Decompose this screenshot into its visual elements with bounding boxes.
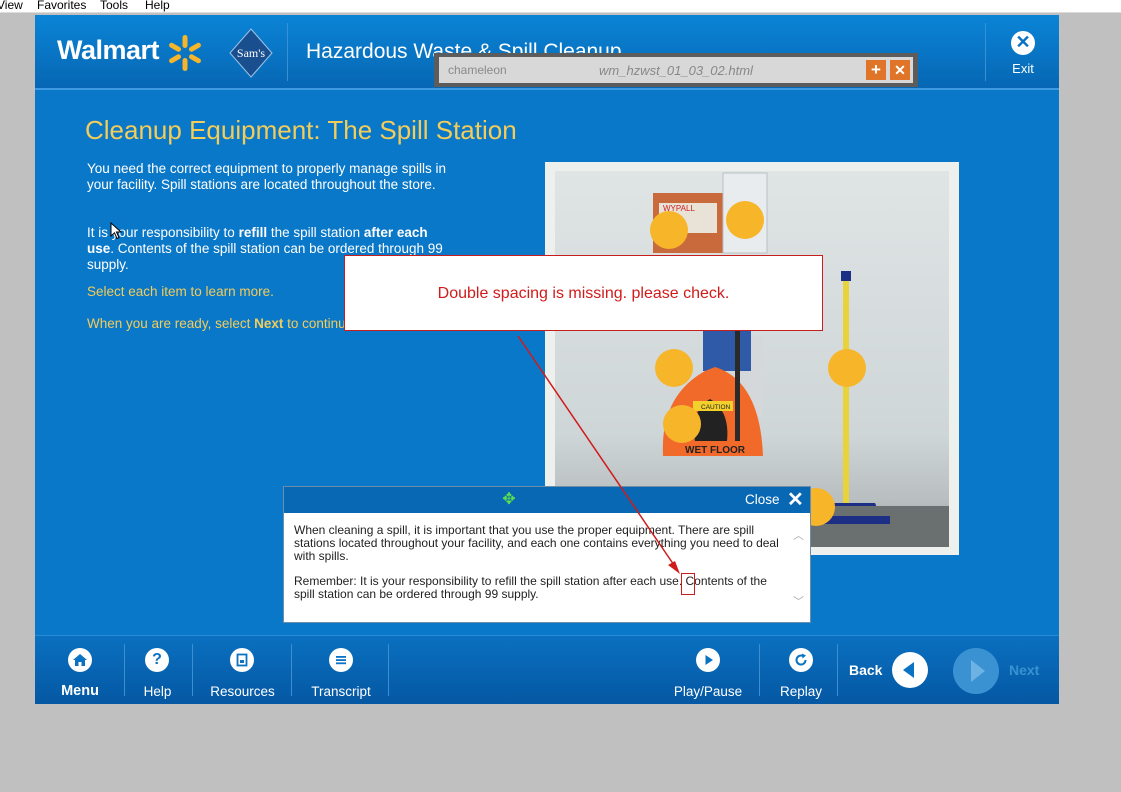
footer-divider	[759, 644, 760, 696]
footer-divider	[388, 644, 389, 696]
back-button[interactable]	[892, 652, 928, 688]
chameleon-filename: wm_hzwst_01_03_02.html	[599, 63, 753, 78]
transcript-label: Transcript	[311, 684, 371, 699]
footer-divider	[291, 644, 292, 696]
review-comment-text: Double spacing is missing. please check.	[437, 285, 730, 302]
select-instruction: Select each item to learn more.	[87, 284, 274, 299]
help-icon: ?	[145, 648, 169, 672]
add-comment-button[interactable]: +	[866, 60, 886, 80]
wet-floor-text: WET FLOOR	[685, 445, 746, 456]
next-label[interactable]: Next	[1009, 662, 1039, 678]
transcript-paragraph-2: Remember: It is your responsibility to r…	[294, 574, 767, 601]
transcript-icon	[329, 648, 353, 672]
browser-menubar: View Favorites Tools Help	[0, 0, 1121, 13]
back-arrow-icon	[903, 662, 914, 678]
next-arrow-icon	[971, 660, 985, 682]
menu-help[interactable]: Help	[145, 0, 170, 13]
footer-divider	[192, 644, 193, 696]
transcript-popup-header[interactable]: ✥ Close ✕	[284, 487, 810, 513]
hotspot-wet-floor-sign[interactable]	[663, 405, 701, 443]
page-title: Cleanup Equipment: The Spill Station	[85, 115, 517, 145]
next-button[interactable]	[953, 648, 999, 694]
hotspot-absorbent-pads[interactable]	[650, 211, 688, 249]
sams-club-logo-text: Sam's	[236, 46, 266, 60]
resources-icon	[230, 648, 254, 672]
play-pause-button[interactable]: Play/Pause	[672, 636, 744, 705]
transcript-paragraph-1: When cleaning a spill, it is important t…	[294, 523, 779, 563]
hotspot-gloves[interactable]	[655, 349, 693, 387]
intro-paragraph: You need the correct equipment to proper…	[87, 161, 446, 192]
menu-button[interactable]: Menu	[55, 636, 105, 705]
course-footer: Menu ? Help Resources Transcript Play/Pa…	[35, 635, 1059, 704]
review-comment-box[interactable]: Double spacing is missing. please check.	[344, 255, 823, 331]
footer-divider	[837, 644, 838, 696]
footer-divider	[124, 644, 125, 696]
menu-tools[interactable]: Tools	[100, 0, 128, 13]
replay-button[interactable]: Replay	[775, 636, 827, 705]
scroll-down-icon[interactable]: ﹀	[793, 593, 804, 609]
play-icon	[696, 648, 720, 672]
chameleon-close-button[interactable]: ✕	[890, 60, 910, 80]
exit-button[interactable]: ✕	[1011, 31, 1035, 55]
help-label: Help	[143, 684, 172, 699]
resources-button[interactable]: Resources	[205, 636, 280, 705]
help-button[interactable]: ? Help	[135, 636, 180, 705]
back-label[interactable]: Back	[849, 662, 882, 678]
header-divider	[287, 23, 288, 81]
close-icon[interactable]: ✕	[787, 489, 804, 511]
home-icon	[68, 648, 92, 672]
exit-label[interactable]: Exit	[999, 61, 1047, 76]
move-icon[interactable]: ✥	[500, 491, 518, 509]
resources-label: Resources	[210, 684, 275, 699]
transcript-close-label[interactable]: Close	[745, 492, 780, 507]
walmart-logo: Walmart	[57, 35, 160, 65]
menu-view[interactable]: View	[0, 0, 23, 13]
transcript-popup: ✥ Close ✕ When cleaning a spill, it is i…	[283, 486, 811, 623]
menu-label: Menu	[61, 683, 99, 699]
caution-text: CAUTION	[701, 404, 731, 411]
close-icon: ✕	[1015, 32, 1031, 52]
menu-favorites[interactable]: Favorites	[37, 0, 86, 13]
chameleon-logo: chameleon	[448, 63, 507, 77]
play-pause-label: Play/Pause	[673, 684, 743, 699]
review-highlight-box	[681, 573, 695, 595]
transcript-button[interactable]: Transcript	[305, 636, 377, 705]
mouse-cursor-icon	[110, 222, 122, 240]
header-divider	[985, 23, 986, 81]
chameleon-review-bar-inner: chameleon wm_hzwst_01_03_02.html + ✕	[439, 57, 913, 83]
hotspot-absorbent-bag[interactable]	[726, 201, 764, 239]
chameleon-review-bar: chameleon wm_hzwst_01_03_02.html + ✕	[434, 53, 918, 87]
scroll-up-icon[interactable]: ︿	[793, 527, 804, 543]
next-instruction: When you are ready, select Next to conti…	[87, 316, 357, 331]
walmart-spark-icon	[169, 35, 201, 71]
hotspot-broom[interactable]	[828, 349, 866, 387]
replay-label: Replay	[779, 684, 823, 699]
replay-icon	[789, 648, 813, 672]
